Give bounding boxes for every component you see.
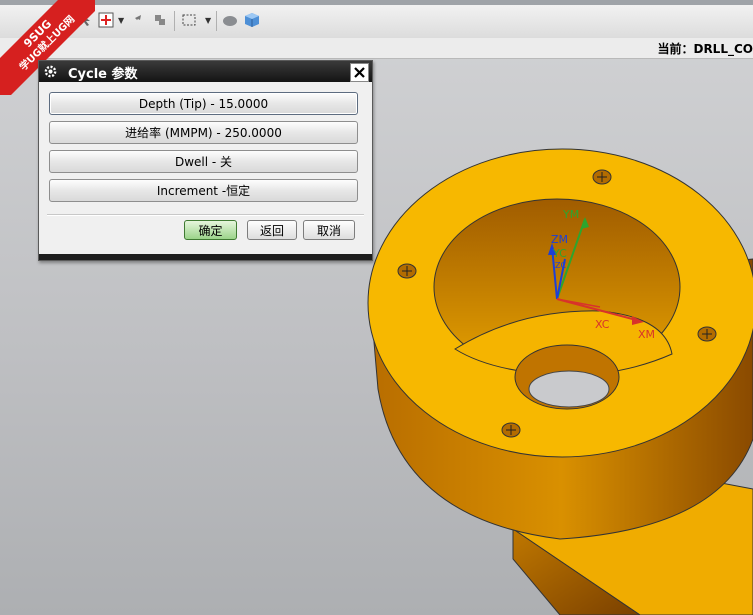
axis-label-zm: ZM xyxy=(551,233,568,246)
status-bar: 当前：DRLL_CO xyxy=(0,38,753,59)
axis-label-ym: YM xyxy=(562,208,579,221)
toolbar-separator xyxy=(174,11,175,31)
snap-point-icon[interactable] xyxy=(98,12,114,28)
chevron-down-icon[interactable]: ▼ xyxy=(205,16,211,25)
yellow-part-model[interactable] xyxy=(367,148,753,615)
toolbar: ▼ ▼ xyxy=(0,0,753,39)
dwell-button[interactable]: Dwell - 关 xyxy=(49,150,358,173)
axis-label-xm: XM xyxy=(638,328,655,341)
selection-box-icon[interactable] xyxy=(181,12,197,28)
dialog-bottom-bar xyxy=(39,254,372,260)
bolt-hole[interactable] xyxy=(397,263,417,279)
cube-view-icon[interactable] xyxy=(244,12,260,28)
increment-button[interactable]: Increment -恒定 xyxy=(49,179,358,202)
toolbar-separator xyxy=(216,11,217,31)
ok-button[interactable]: 确定 xyxy=(184,220,237,240)
close-icon[interactable] xyxy=(350,63,369,82)
cycle-parameters-dialog: Cycle 参数 Depth (Tip) - 15.0000 进给率 (MMPM… xyxy=(38,60,373,261)
transform-icon[interactable] xyxy=(130,12,146,28)
shaded-view-icon[interactable] xyxy=(222,12,238,28)
dialog-title-bar[interactable]: Cycle 参数 xyxy=(39,61,372,82)
move-object-icon[interactable] xyxy=(152,12,168,28)
gear-icon[interactable] xyxy=(43,64,58,79)
bolt-hole[interactable] xyxy=(501,422,521,438)
bolt-hole[interactable] xyxy=(592,169,612,185)
bolt-hole[interactable] xyxy=(697,326,717,342)
dialog-title: Cycle 参数 xyxy=(68,67,138,82)
toolbar-top-strip xyxy=(0,0,753,5)
axis-label-yc: YC xyxy=(552,247,567,260)
dialog-divider xyxy=(47,214,364,216)
cancel-button[interactable]: 取消 xyxy=(303,220,355,240)
chevron-down-icon[interactable]: ▼ xyxy=(118,16,124,25)
current-operation-label: 当前：DRLL_CO xyxy=(657,42,753,56)
axis-label-zc: ZC xyxy=(555,261,566,270)
depth-tip-button[interactable]: Depth (Tip) - 15.0000 xyxy=(49,92,358,115)
feed-rate-button[interactable]: 进给率 (MMPM) - 250.0000 xyxy=(49,121,358,144)
back-button[interactable]: 返回 xyxy=(247,220,297,240)
axis-label-xc: XC xyxy=(595,318,610,331)
